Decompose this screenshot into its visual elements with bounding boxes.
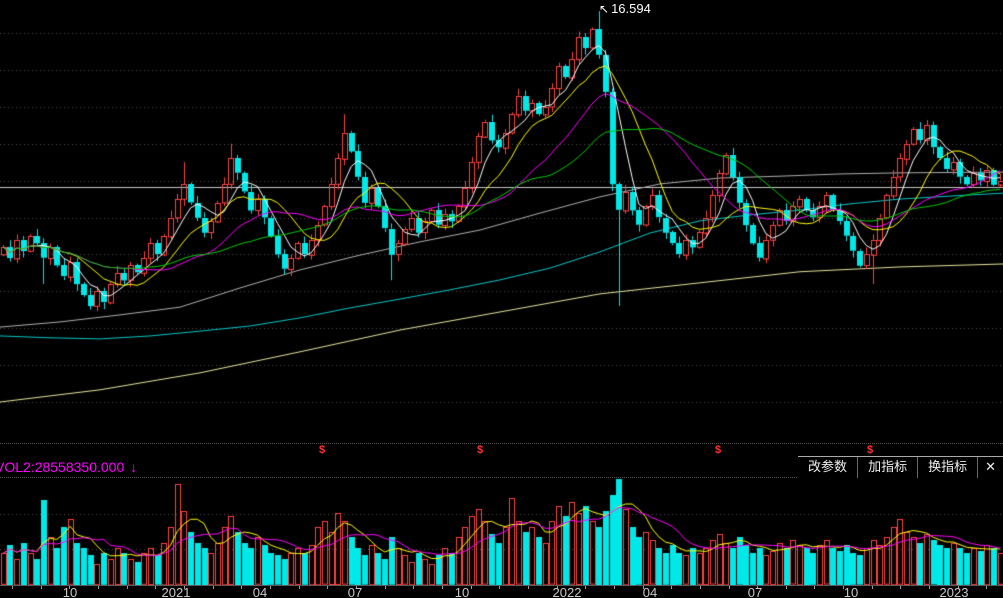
trading-terminal: ↖16.594 $$$$ VOL2:28558350.000↓ 改参数 加指标 … [0, 0, 1003, 598]
dividend-marker[interactable]: $ [477, 444, 483, 457]
time-axis-tick [671, 586, 672, 589]
time-axis-tick [155, 586, 156, 589]
time-axis-label: 10 [63, 587, 77, 598]
time-axis-tick [729, 586, 730, 589]
time-axis-tick [786, 586, 787, 589]
time-axis-tick [614, 586, 615, 589]
time-axis-tick [327, 586, 328, 589]
time-axis-label: 10 [455, 587, 469, 598]
time-axis-tick [900, 586, 901, 589]
volume-chart[interactable] [0, 478, 1003, 585]
dividend-marker[interactable]: $ [715, 444, 721, 457]
time-axis-tick [213, 586, 214, 589]
time-axis-tick [127, 586, 128, 589]
switch-indicator-button[interactable]: 换指标 [917, 457, 977, 478]
time-axis-tick [41, 586, 42, 589]
time-axis-tick [700, 586, 701, 589]
time-axis-tick [814, 586, 815, 589]
time-axis-tick [929, 586, 930, 589]
time-axis-label: 04 [253, 587, 267, 598]
time-axis-tick [270, 586, 271, 589]
time-axis-label: 10 [844, 587, 858, 598]
time-axis-tick [986, 586, 987, 589]
time-axis-tick [413, 586, 414, 589]
indicator-button-group: 改参数 加指标 换指标 ✕ [798, 456, 1003, 478]
time-axis-tick [98, 586, 99, 589]
time-axis-tick [499, 586, 500, 589]
indicator-toolbar: VOL2:28558350.000 ↓ 改参数 加指标 换指标 ✕ [0, 458, 1003, 477]
time-axis-label: 04 [643, 587, 657, 598]
add-indicator-button[interactable]: 加指标 [857, 457, 917, 478]
time-axis-label: 2022 [553, 587, 582, 598]
time-axis-tick [585, 586, 586, 589]
time-axis-tick [528, 586, 529, 589]
peak-price-value: 16.594 [611, 1, 651, 16]
candlestick-price-chart[interactable] [0, 0, 1003, 443]
time-axis-tick [872, 586, 873, 589]
time-axis-tick [442, 586, 443, 589]
volume-indicator-label: VOL2:28558350.000 ↓ [0, 459, 137, 475]
close-indicator-button[interactable]: ✕ [977, 457, 1003, 478]
dividend-marker[interactable]: $ [319, 444, 325, 457]
time-axis-label: 2023 [940, 587, 969, 598]
time-axis-tick [471, 586, 472, 589]
time-axis-label: 07 [348, 587, 362, 598]
change-params-button[interactable]: 改参数 [798, 457, 857, 478]
arrow-up-left-icon: ↖ [599, 2, 609, 16]
time-axis-tick [12, 586, 13, 589]
down-arrow-icon: ↓ [130, 459, 137, 475]
vol2-value: VOL2:28558350.000 [0, 459, 124, 475]
peak-price-annotation: ↖16.594 [599, 1, 651, 16]
time-axis-label: 2021 [162, 587, 191, 598]
time-axis: 10 2021 04 07 10 2022 04 07 10 2023 [0, 585, 1003, 598]
time-axis-tick [385, 586, 386, 589]
time-axis-label: 07 [748, 587, 762, 598]
time-axis-tick [241, 586, 242, 589]
time-axis-tick [299, 586, 300, 589]
